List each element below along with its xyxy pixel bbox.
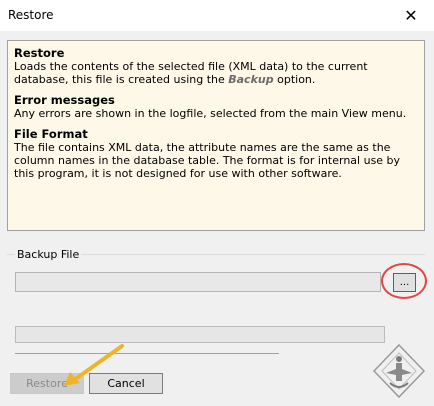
info-panel: Restore Loads the contents of the select…	[7, 40, 425, 231]
title-bar: Restore ✕	[0, 0, 434, 31]
backup-file-input[interactable]	[15, 272, 381, 292]
restore-button[interactable]: Restore	[10, 373, 84, 394]
info-text-restore: Loads the contents of the selected file …	[14, 60, 418, 86]
annotation-circle	[381, 263, 427, 299]
info-section-format: File Format The file contains XML data, …	[14, 127, 418, 181]
info-section-restore: Restore Loads the contents of the select…	[14, 46, 418, 87]
backup-file-label: Backup File	[15, 248, 82, 261]
info-heading-errors: Error messages	[14, 93, 115, 107]
close-icon: ✕	[404, 6, 418, 25]
cancel-button[interactable]: Cancel	[89, 373, 163, 394]
info-section-errors: Error messages Any errors are shown in t…	[14, 93, 418, 121]
info-heading-format: File Format	[14, 127, 88, 141]
progress-bar	[15, 326, 385, 343]
logo-watermark	[372, 343, 426, 399]
separator-line	[15, 353, 279, 354]
info-text-format: The file contains XML data, the attribut…	[14, 141, 401, 180]
info-text-restore-after: option.	[273, 73, 316, 86]
backup-keyword: Backup	[228, 73, 274, 86]
close-button[interactable]: ✕	[388, 0, 434, 31]
window-title: Restore	[8, 8, 54, 22]
info-text-errors: Any errors are shown in the logfile, sel…	[14, 107, 407, 120]
info-heading-restore: Restore	[14, 46, 65, 60]
